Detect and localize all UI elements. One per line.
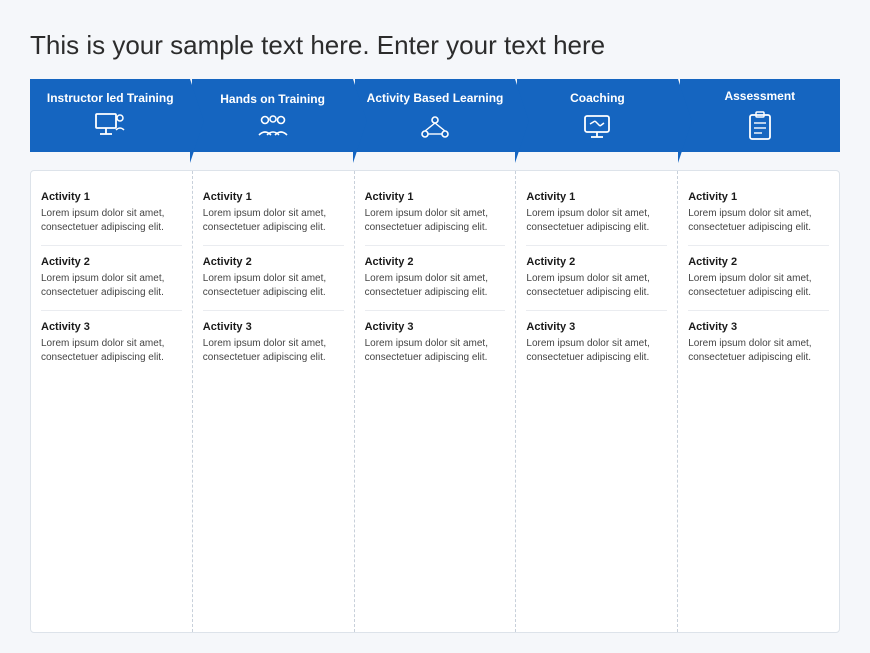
activity-text-col1-row1: Lorem ipsum dolor sit amet, consectetuer… [41, 207, 182, 235]
activity-text-col1-row3: Lorem ipsum dolor sit amet, consectetuer… [41, 337, 182, 365]
header-cell-instructor: Instructor led Training [30, 79, 190, 151]
activity-text-col5-row2: Lorem ipsum dolor sit amet, consectetuer… [688, 272, 829, 300]
header-cell-coaching: Coaching [517, 79, 677, 151]
activity-block-col3-row3: Activity 3 Lorem ipsum dolor sit amet, co… [365, 311, 506, 375]
activity-text-col5-row3: Lorem ipsum dolor sit amet, consectetuer… [688, 337, 829, 365]
activity-text-col4-row1: Lorem ipsum dolor sit amet, consectetuer… [526, 207, 667, 235]
activity-title-col4-row2: Activity 2 [526, 256, 667, 268]
activity-title-col4-row3: Activity 3 [526, 321, 667, 333]
activity-text-col3-row2: Lorem ipsum dolor sit amet, consectetuer… [365, 272, 506, 300]
activity-title-col3-row3: Activity 3 [365, 321, 506, 333]
header-cell-activity-based: Activity Based Learning [355, 79, 515, 151]
activity-title-col1-row3: Activity 3 [41, 321, 182, 333]
activity-block-col4-row3: Activity 3 Lorem ipsum dolor sit amet, co… [526, 311, 667, 375]
activity-block-col5-row3: Activity 3 Lorem ipsum dolor sit amet, co… [688, 311, 829, 375]
header-icon-hands-on [255, 113, 291, 143]
header-row: Instructor led Training Hands on Trainin… [30, 79, 840, 151]
activity-block-col1-row2: Activity 2 Lorem ipsum dolor sit amet, co… [41, 246, 182, 311]
activity-title-col2-row2: Activity 2 [203, 256, 344, 268]
content-col-5: Activity 1 Lorem ipsum dolor sit amet, co… [678, 171, 839, 632]
activity-block-col3-row2: Activity 2 Lorem ipsum dolor sit amet, co… [365, 246, 506, 311]
activity-text-col4-row3: Lorem ipsum dolor sit amet, consectetuer… [526, 337, 667, 365]
activity-text-col2-row3: Lorem ipsum dolor sit amet, consectetuer… [203, 337, 344, 365]
activity-title-col5-row3: Activity 3 [688, 321, 829, 333]
activity-title-col4-row1: Activity 1 [526, 191, 667, 203]
activity-title-col3-row1: Activity 1 [365, 191, 506, 203]
header-icon-activity-based [419, 112, 451, 144]
activity-block-col1-row1: Activity 1 Lorem ipsum dolor sit amet, co… [41, 181, 182, 246]
activity-block-col2-row3: Activity 3 Lorem ipsum dolor sit amet, co… [203, 311, 344, 375]
activity-title-col3-row2: Activity 2 [365, 256, 506, 268]
activity-block-col5-row1: Activity 1 Lorem ipsum dolor sit amet, co… [688, 181, 829, 246]
header-label-assessment: Assessment [724, 89, 795, 103]
activity-title-col1-row1: Activity 1 [41, 191, 182, 203]
header-icon-instructor [94, 112, 126, 144]
slide-title: This is your sample text here. Enter you… [30, 30, 840, 61]
activity-block-col5-row2: Activity 2 Lorem ipsum dolor sit amet, co… [688, 246, 829, 311]
activity-block-col1-row3: Activity 3 Lorem ipsum dolor sit amet, co… [41, 311, 182, 375]
activity-text-col5-row1: Lorem ipsum dolor sit amet, consectetuer… [688, 207, 829, 235]
header-cell-hands-on: Hands on Training [192, 79, 352, 151]
header-label-instructor: Instructor led Training [47, 91, 174, 105]
activity-text-col1-row2: Lorem ipsum dolor sit amet, consectetuer… [41, 272, 182, 300]
activity-title-col2-row3: Activity 3 [203, 321, 344, 333]
header-label-activity-based: Activity Based Learning [367, 91, 504, 105]
content-area: Activity 1 Lorem ipsum dolor sit amet, co… [30, 170, 840, 633]
header-label-hands-on: Hands on Training [220, 92, 325, 106]
content-col-1: Activity 1 Lorem ipsum dolor sit amet, co… [31, 171, 193, 632]
activity-text-col3-row1: Lorem ipsum dolor sit amet, consectetuer… [365, 207, 506, 235]
activity-text-col2-row1: Lorem ipsum dolor sit amet, consectetuer… [203, 207, 344, 235]
activity-block-col2-row1: Activity 1 Lorem ipsum dolor sit amet, co… [203, 181, 344, 246]
header-cell-assessment: Assessment [680, 79, 840, 151]
activity-title-col2-row1: Activity 1 [203, 191, 344, 203]
activity-title-col5-row2: Activity 2 [688, 256, 829, 268]
activity-block-col4-row1: Activity 1 Lorem ipsum dolor sit amet, co… [526, 181, 667, 246]
activity-title-col1-row2: Activity 2 [41, 256, 182, 268]
activity-text-col3-row3: Lorem ipsum dolor sit amet, consectetuer… [365, 337, 506, 365]
activity-block-col4-row2: Activity 2 Lorem ipsum dolor sit amet, co… [526, 246, 667, 311]
activity-text-col4-row2: Lorem ipsum dolor sit amet, consectetuer… [526, 272, 667, 300]
activity-block-col2-row2: Activity 2 Lorem ipsum dolor sit amet, co… [203, 246, 344, 311]
activity-title-col5-row1: Activity 1 [688, 191, 829, 203]
header-icon-assessment [746, 110, 774, 146]
header-label-coaching: Coaching [570, 91, 625, 105]
activity-block-col3-row1: Activity 1 Lorem ipsum dolor sit amet, co… [365, 181, 506, 246]
slide: This is your sample text here. Enter you… [0, 0, 870, 653]
content-col-4: Activity 1 Lorem ipsum dolor sit amet, co… [516, 171, 678, 632]
activity-text-col2-row2: Lorem ipsum dolor sit amet, consectetuer… [203, 272, 344, 300]
content-col-2: Activity 1 Lorem ipsum dolor sit amet, co… [193, 171, 355, 632]
header-icon-coaching [581, 112, 613, 144]
content-col-3: Activity 1 Lorem ipsum dolor sit amet, co… [355, 171, 517, 632]
